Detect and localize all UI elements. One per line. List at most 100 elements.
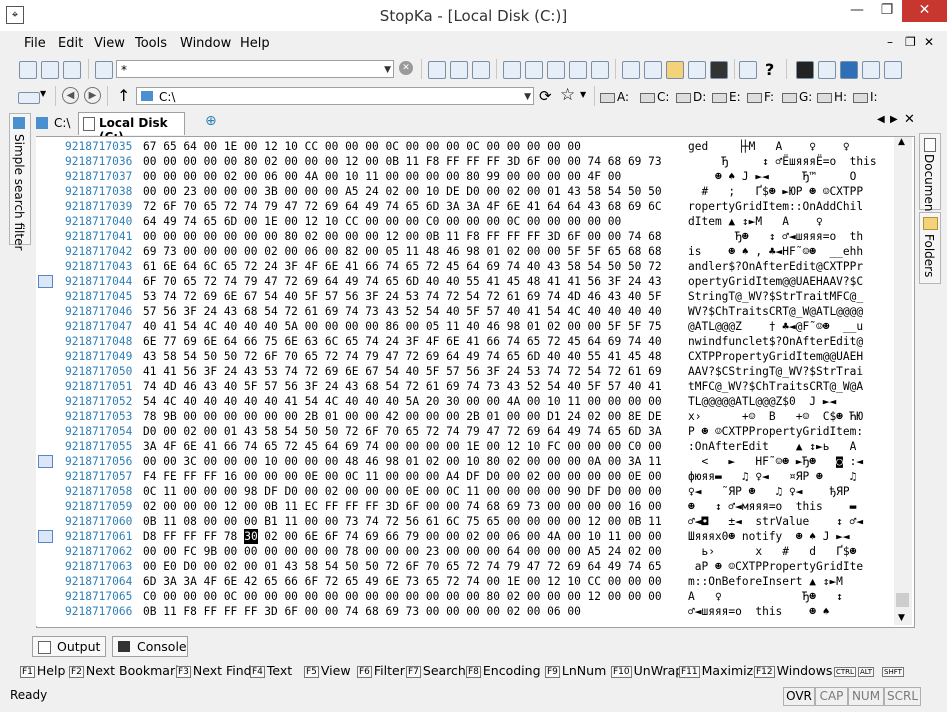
list-icon[interactable] bbox=[525, 61, 543, 79]
tab-output[interactable]: Output bbox=[32, 636, 106, 657]
hex-row[interactable]: 9218717042 69 73 00 00 00 00 02 00 06 00 … bbox=[36, 244, 896, 259]
hex-row[interactable]: 9218717050 41 41 56 3F 24 43 53 74 72 69 … bbox=[36, 364, 896, 379]
drive-g[interactable]: G: bbox=[782, 90, 812, 104]
row-text[interactable]: AAV?$CStringT@_WV?$StrTrai bbox=[688, 364, 863, 379]
drive-h[interactable]: H: bbox=[817, 90, 847, 104]
drive-i[interactable]: I: bbox=[853, 90, 878, 104]
row-hex-bytes[interactable]: 00 00 23 00 00 00 3B 00 00 00 A5 24 02 0… bbox=[143, 184, 662, 199]
row-text[interactable]: A ♀ Ђ☻ ↕ bbox=[688, 589, 843, 604]
hex-row[interactable]: 9218717065 C0 00 00 00 0C 00 00 00 00 00 … bbox=[36, 589, 896, 604]
collapse-icon[interactable] bbox=[569, 61, 587, 79]
hex-row[interactable]: 9218717041 00 00 00 00 00 00 00 80 02 00 … bbox=[36, 229, 896, 244]
row-hex-bytes[interactable]: 6D 3A 3A 4F 6E 42 65 66 6F 72 65 49 6E 7… bbox=[143, 574, 662, 589]
fkey-f7[interactable]: F7 Search bbox=[406, 663, 466, 678]
simple-search-filter-tab[interactable]: Simple search filter bbox=[9, 113, 31, 250]
row-text[interactable]: opertyGridItem@@UAEHAAV?$C bbox=[688, 274, 863, 289]
console-icon[interactable] bbox=[710, 61, 728, 79]
vertical-scrollbar[interactable]: ▲ ▼ bbox=[894, 137, 912, 625]
row-text[interactable]: nwindfunclet$?OnAfterEdit@ bbox=[688, 334, 863, 349]
hex-row[interactable]: 9218717036 00 00 00 00 00 80 02 00 00 00 … bbox=[36, 154, 896, 169]
filter-combobox[interactable]: * ▼ bbox=[116, 60, 394, 78]
calendar-icon[interactable] bbox=[862, 61, 880, 79]
row-hex-bytes[interactable]: D8 FF FF FF 78 30 02 00 6E 6F 74 69 66 7… bbox=[143, 529, 662, 544]
drive-select-icon[interactable] bbox=[18, 92, 40, 104]
row-hex-bytes[interactable]: 54 4C 40 40 40 40 40 41 54 4C 40 40 40 5… bbox=[143, 394, 662, 409]
forward-icon[interactable]: ▶ bbox=[84, 87, 101, 104]
row-hex-bytes[interactable]: 72 6F 70 65 72 74 79 47 72 69 64 49 74 6… bbox=[143, 199, 662, 214]
up-icon[interactable]: ↑ bbox=[117, 86, 130, 105]
hex-row[interactable]: 9218717045 53 74 72 69 6E 67 54 40 5F 57 … bbox=[36, 289, 896, 304]
row-text[interactable]: m::OnBeforeInsert ▲ ↕►M bbox=[688, 574, 843, 589]
modifier-alt[interactable]: ALT bbox=[858, 663, 876, 678]
funnel-icon[interactable] bbox=[450, 61, 468, 79]
row-text[interactable]: andler$?OnAfterEdit@CXTPPr bbox=[688, 259, 863, 274]
hex-row[interactable]: 9218717043 61 6E 64 6C 65 72 24 3F 4F 6E … bbox=[36, 259, 896, 274]
row-text[interactable]: Ђ☻ ↕ ♂◄шяяя=o th bbox=[688, 229, 863, 244]
row-hex-bytes[interactable]: 3A 4F 6E 41 66 74 65 72 45 64 69 74 00 0… bbox=[143, 439, 662, 454]
hex-row[interactable]: 9218717055 3A 4F 6E 41 66 74 65 72 45 64 … bbox=[36, 439, 896, 454]
row-hex-bytes[interactable]: 61 6E 64 6C 65 72 24 3F 4F 6E 41 66 74 6… bbox=[143, 259, 662, 274]
row-hex-bytes[interactable]: 00 00 FC 9B 00 00 00 00 00 00 78 00 00 0… bbox=[143, 544, 662, 559]
row-text[interactable]: ropertyGridItem::OnAddChil bbox=[688, 199, 863, 214]
row-text[interactable]: фюяя▬ ♫ ♀◄ ¤ЯР ☻ ♫ bbox=[688, 469, 856, 484]
modifier-ctrl[interactable]: CTRL bbox=[834, 663, 858, 678]
fkey-f1[interactable]: F1 Help bbox=[20, 663, 65, 678]
hex-row[interactable]: 9218717035 67 65 64 00 1E 00 12 10 CC 00 … bbox=[36, 139, 896, 154]
path-combobox[interactable]: C:\ ▼ bbox=[136, 87, 534, 105]
close-tab-icon[interactable]: ✕ bbox=[904, 112, 915, 127]
favorites-icon[interactable]: ☆ bbox=[560, 85, 575, 105]
monitor-icon[interactable] bbox=[818, 61, 836, 79]
row-hex-bytes[interactable]: 0B 11 F8 FF FF FF 3D 6F 00 00 74 68 69 7… bbox=[143, 604, 581, 619]
row-text[interactable]: :OnAfterEdit ▲ ↕►ь A bbox=[688, 439, 856, 454]
scroll-up-icon[interactable]: ▲ bbox=[898, 137, 905, 147]
row-hex-bytes[interactable]: 41 41 56 3F 24 43 53 74 72 69 6E 67 54 4… bbox=[143, 364, 662, 379]
menu-window[interactable]: Window bbox=[180, 36, 231, 51]
menu-file[interactable]: File bbox=[24, 36, 46, 51]
row-text[interactable]: is ☻ ♠ ‚ ♣◄HF˜☺☻ __ehh bbox=[688, 244, 863, 259]
row-text[interactable]: аР ☻ ☺CXTPPropertyGridIte bbox=[688, 559, 863, 574]
fkey-f8[interactable]: F8 Encoding bbox=[466, 663, 541, 678]
row-text[interactable]: TL@@@@@ATL@@@Z$0 J ►◄ bbox=[688, 394, 836, 409]
hex-row[interactable]: 9218717047 40 41 54 4C 40 40 40 5A 00 00 … bbox=[36, 319, 896, 334]
row-hex-bytes[interactable]: 64 49 74 65 6D 00 1E 00 12 10 CC 00 00 0… bbox=[143, 214, 621, 229]
hex-row[interactable]: 9218717058 0C 11 00 00 00 98 DF D0 00 02 … bbox=[36, 484, 896, 499]
row-hex-bytes[interactable]: 00 00 00 00 02 00 06 00 4A 00 10 11 00 0… bbox=[143, 169, 621, 184]
close-button[interactable]: ✕ bbox=[902, 0, 947, 22]
row-hex-bytes[interactable]: 74 4D 46 43 40 5F 57 56 3F 24 43 68 54 7… bbox=[143, 379, 662, 394]
row-hex-bytes[interactable]: 57 56 3F 24 43 68 54 72 61 69 74 73 43 5… bbox=[143, 304, 662, 319]
row-text[interactable]: # ; Ґ$☻ ►ЮР ☻ ☺CXTPP bbox=[688, 184, 863, 199]
filter-settings-icon[interactable] bbox=[95, 61, 113, 79]
row-text[interactable]: ♂◄шяяя=o this ☻ ♠ bbox=[688, 604, 829, 619]
fullscreen-icon[interactable] bbox=[739, 61, 757, 79]
row-hex-bytes[interactable]: 02 00 00 00 12 00 0B 11 EC FF FF FF 3D 6… bbox=[143, 499, 662, 514]
hex-row[interactable]: 9218717040 64 49 74 65 6D 00 1E 00 12 10 … bbox=[36, 214, 896, 229]
chevron-down-icon[interactable]: ▼ bbox=[40, 89, 46, 98]
row-text[interactable]: ged ▕┼M A ♀ ♀ bbox=[688, 139, 850, 154]
row-text[interactable]: StringT@_WV?$StrTraitMFC@_ bbox=[688, 289, 863, 304]
hex-row[interactable]: 9218717038 00 00 23 00 00 00 3B 00 00 00 … bbox=[36, 184, 896, 199]
row-hex-bytes[interactable]: F4 FE FF FF 16 00 00 00 0E 00 0C 11 00 0… bbox=[143, 469, 662, 484]
row-text[interactable]: Р ☻ ☺CXTPPropertyGridItem: bbox=[688, 424, 863, 439]
menu-view[interactable]: View bbox=[94, 36, 125, 51]
minimize-button[interactable]: — bbox=[842, 0, 872, 22]
row-hex-bytes[interactable]: 0C 11 00 00 00 98 DF D0 00 02 00 00 00 0… bbox=[143, 484, 662, 499]
row-text[interactable]: @ATL@@@Z † ♣◄@F˜☺☻ __u bbox=[688, 319, 863, 334]
scroll-down-icon[interactable]: ▼ bbox=[898, 613, 905, 623]
row-hex-bytes[interactable]: 67 65 64 00 1E 00 12 10 CC 00 00 00 0C 0… bbox=[143, 139, 581, 154]
hex-row[interactable]: 9218717044 6F 70 65 72 74 79 47 72 69 64 … bbox=[36, 274, 896, 289]
scroll-thumb[interactable] bbox=[896, 593, 909, 607]
hex-row[interactable]: 9218717051 74 4D 46 43 40 5F 57 56 3F 24 … bbox=[36, 379, 896, 394]
fkey-f3[interactable]: F3 Next Find bbox=[176, 663, 252, 678]
row-text[interactable]: ♀◄ ˜ЯР ☻ ♫ ♀◄ ђЯР bbox=[688, 484, 850, 499]
chevron-down-icon[interactable]: ▼ bbox=[580, 90, 586, 99]
row-text[interactable]: < ► HF˜☺☻ ►Ђ☻ ◙ :◄ bbox=[688, 454, 863, 469]
clear-filter-icon[interactable]: ✕ bbox=[399, 61, 413, 75]
save-all-icon[interactable] bbox=[63, 61, 81, 79]
row-hex-bytes[interactable]: 00 00 00 00 00 00 00 80 02 00 00 00 12 0… bbox=[143, 229, 662, 244]
hex-row[interactable]: 9218717063 00 E0 D0 00 02 00 01 43 58 54 … bbox=[36, 559, 896, 574]
hex-row[interactable]: 9218717062 00 00 FC 9B 00 00 00 00 00 00 … bbox=[36, 544, 896, 559]
tab-scroll-left-icon[interactable]: ◀ bbox=[877, 114, 885, 125]
new-tab-icon[interactable]: ⊕ bbox=[205, 113, 217, 129]
row-hex-bytes[interactable]: 53 74 72 69 6E 67 54 40 5F 57 56 3F 24 5… bbox=[143, 289, 662, 304]
hex-row[interactable]: 9218717066 0B 11 F8 FF FF FF 3D 6F 00 00 … bbox=[36, 604, 896, 619]
